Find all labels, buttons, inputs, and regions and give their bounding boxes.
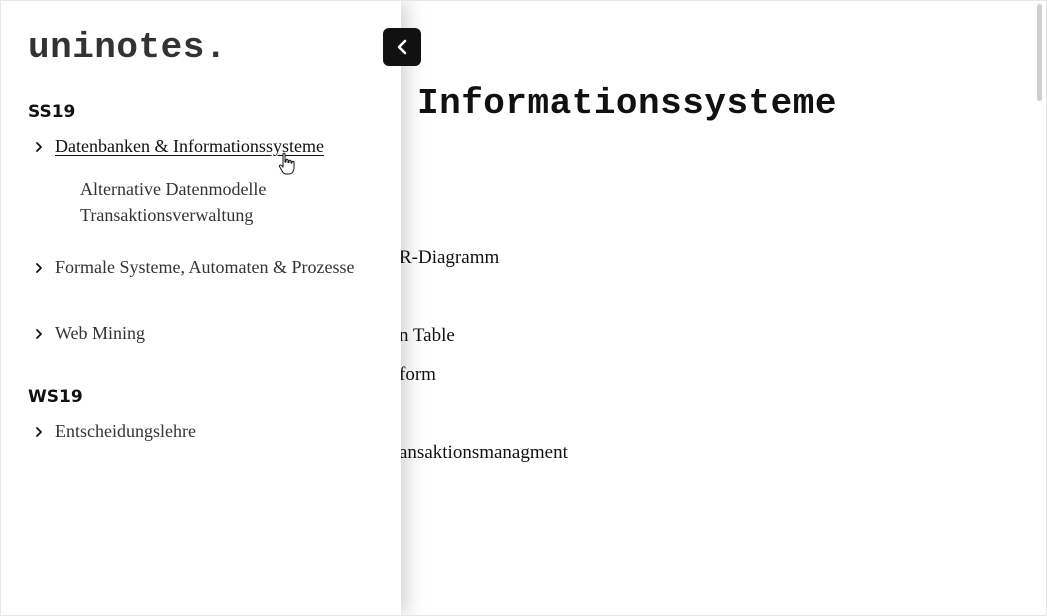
sidebar-subitem-alternative-datenmodelle[interactable]: Alternative Datenmodelle bbox=[80, 179, 266, 200]
sidebar-subitem-transaktionsverwaltung[interactable]: Transaktionsverwaltung bbox=[80, 205, 253, 226]
content-link-table[interactable]: n Table bbox=[399, 325, 455, 347]
section-title-ws19: WS19 bbox=[28, 387, 83, 407]
section-title-ss19: SS19 bbox=[28, 102, 76, 122]
vertical-scrollbar[interactable] bbox=[1031, 1, 1046, 615]
page-title: Informationssysteme bbox=[417, 83, 837, 124]
sidebar-item-label[interactable]: Formale Systeme, Automaten & Prozesse bbox=[55, 257, 354, 278]
collapse-sidebar-button[interactable] bbox=[383, 28, 421, 66]
sidebar-item-web-mining[interactable]: Web Mining bbox=[31, 323, 145, 344]
sidebar-item-entscheidungslehre[interactable]: Entscheidungslehre bbox=[31, 421, 196, 442]
brand-logo[interactable]: uninotes. bbox=[28, 27, 227, 68]
sidebar-item-formale-systeme[interactable]: Formale Systeme, Automaten & Prozesse bbox=[31, 257, 354, 278]
chevron-left-icon bbox=[397, 39, 407, 55]
chevron-right-icon bbox=[31, 326, 47, 342]
content-link-transaktionsmanagment[interactable]: ansaktionsmanagment bbox=[399, 442, 568, 464]
sidebar-item-label[interactable]: Web Mining bbox=[55, 323, 145, 344]
hand-cursor-icon bbox=[278, 152, 295, 175]
sidebar: uninotes. SS19 Datenbanken & Information… bbox=[1, 1, 401, 615]
page: Informationssysteme R-Diagramm n Table f… bbox=[0, 0, 1047, 616]
sidebar-item-label[interactable]: Entscheidungslehre bbox=[55, 421, 196, 442]
scrollbar-thumb[interactable] bbox=[1037, 4, 1042, 101]
chevron-right-icon bbox=[31, 260, 47, 276]
chevron-right-icon bbox=[31, 424, 47, 440]
content-link-normalform[interactable]: form bbox=[399, 364, 436, 386]
content-link-er-diagramm[interactable]: R-Diagramm bbox=[399, 247, 499, 269]
chevron-right-icon bbox=[31, 139, 47, 155]
